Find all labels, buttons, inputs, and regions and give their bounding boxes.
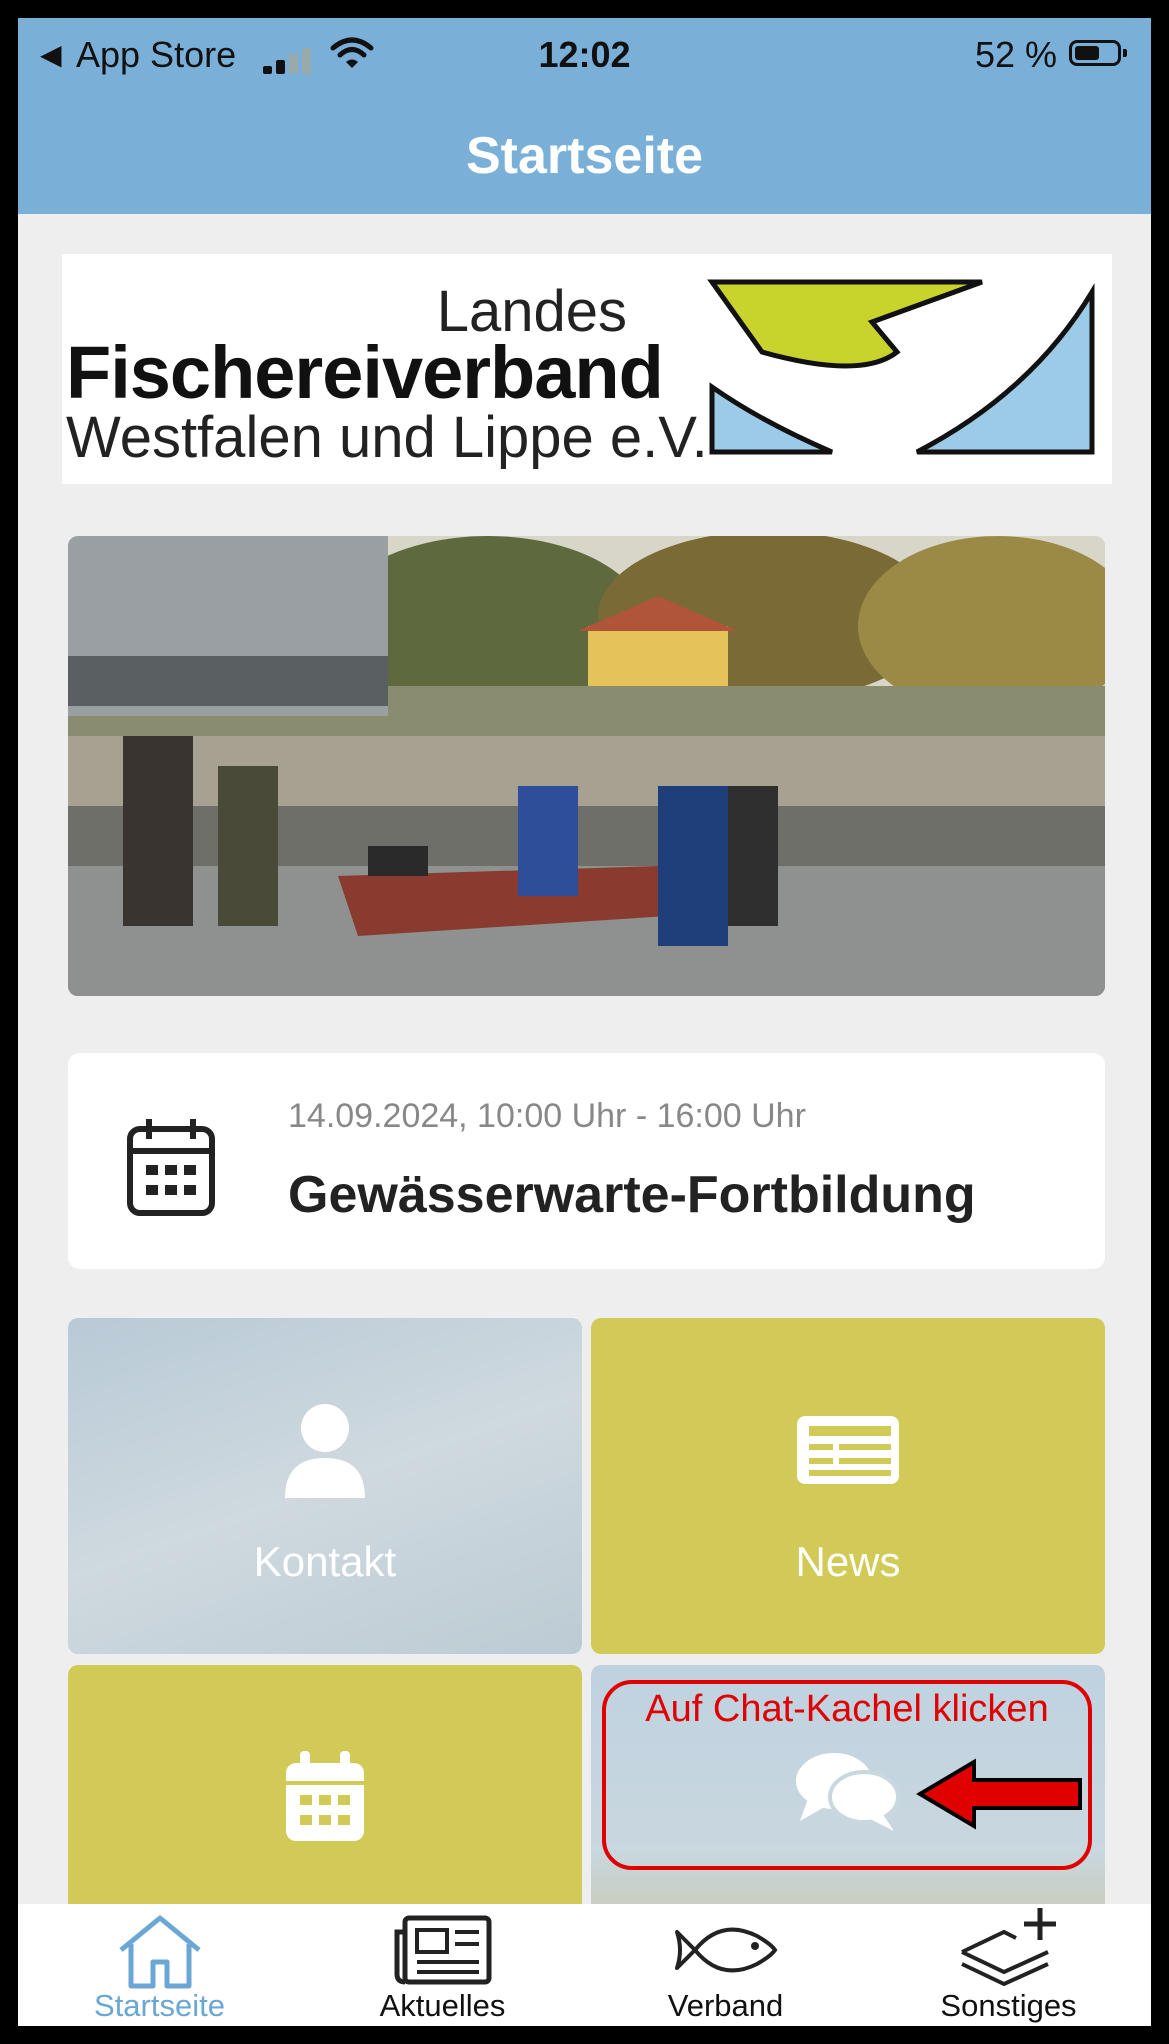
tile-label: News (795, 1538, 901, 1585)
page-title: Startseite (466, 127, 703, 185)
home-icon (118, 1915, 201, 1989)
arrow-left-icon (916, 1758, 1082, 1830)
battery-icon (1069, 40, 1127, 66)
layers-plus-icon (960, 1908, 1056, 1986)
status-bar: ◀ App Store 12:02 52 % (18, 18, 1151, 88)
calendar-icon (127, 1119, 215, 1216)
newspaper-icon (797, 1416, 899, 1484)
tab-bar: Startseite Aktuelles Verband Sonstiges (18, 1904, 1151, 2026)
fish-icon (674, 1927, 777, 1973)
calendar-icon (286, 1751, 364, 1841)
battery-percent: 52 % (974, 34, 1057, 75)
tab-verband[interactable]: Verband (584, 1904, 867, 2026)
event-card[interactable]: 14.09.2024, 10:00 Uhr - 16:00 Uhr Gewäss… (68, 1053, 1105, 1269)
hero-photo (68, 536, 1105, 996)
logo-graphic-icon (707, 279, 1095, 455)
annotation-text: Auf Chat-Kachel klicken (645, 1688, 1049, 1730)
app-screen: ◀ App Store 12:02 52 % Startseite Landes… (18, 18, 1151, 2026)
logo-line-3: Westfalen und Lippe e.V. (66, 405, 708, 470)
tab-aktuelles[interactable]: Aktuelles (301, 1904, 584, 2026)
tile-kontakt[interactable]: Kontakt (68, 1318, 582, 1654)
tile-label: Kontakt (253, 1538, 397, 1585)
tab-label: Aktuelles (379, 1988, 506, 2023)
device-frame: ◀ App Store 12:02 52 % Startseite Landes… (8, 8, 1161, 2036)
tile-news[interactable]: News (591, 1318, 1105, 1654)
person-icon (285, 1404, 365, 1498)
logo-line-2: Fischereiverband (66, 331, 664, 414)
top-bar: ◀ App Store 12:02 52 % Startseite (18, 18, 1151, 214)
tab-sonstiges[interactable]: Sonstiges (867, 1904, 1150, 2026)
tab-label: Verband (667, 1988, 784, 2023)
tab-label: Sonstiges (940, 1988, 1077, 2023)
tab-startseite[interactable]: Startseite (18, 1904, 301, 2026)
newspaper-icon (394, 1915, 491, 1985)
association-logo: Landes Fischereiverband Westfalen und Li… (62, 254, 1112, 484)
event-title: Gewässerwarte-Fortbildung (288, 1166, 976, 1224)
event-date: 14.09.2024, 10:00 Uhr - 16:00 Uhr (288, 1097, 806, 1135)
tab-label: Startseite (94, 1988, 225, 2023)
